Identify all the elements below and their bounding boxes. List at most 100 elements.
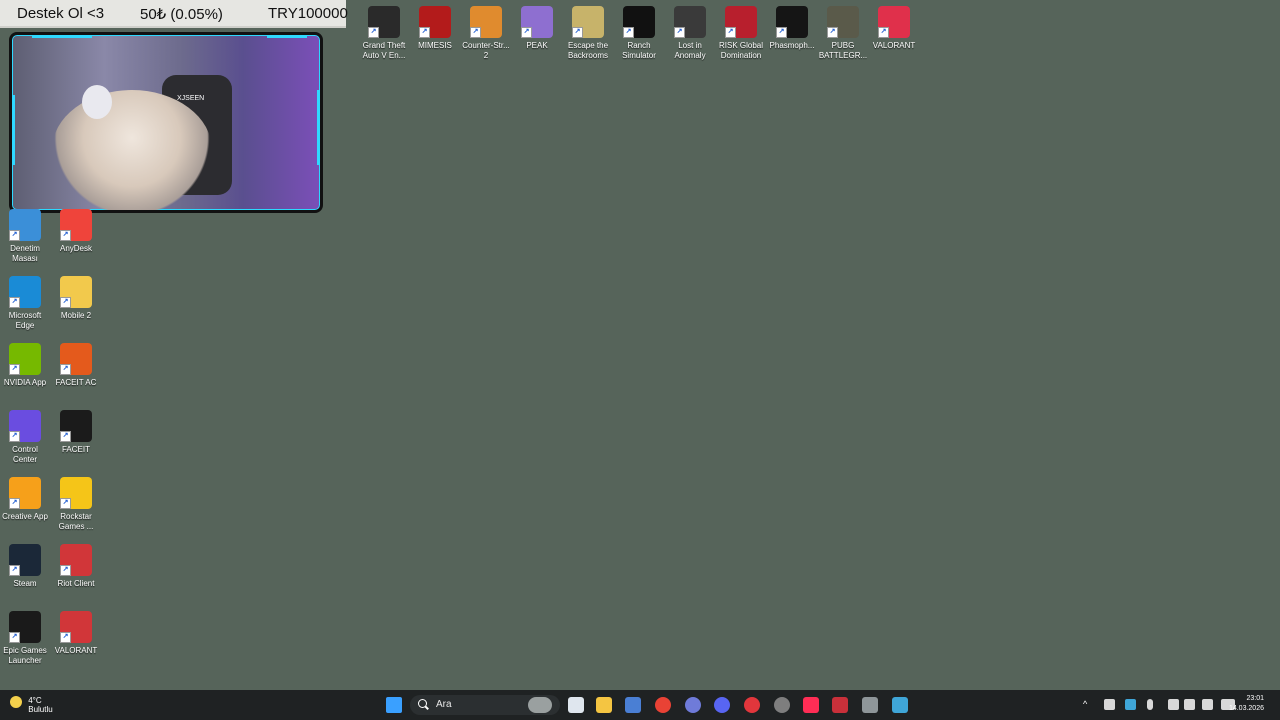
edge-icon: ↗ [9, 276, 41, 308]
shortcut-arrow-icon: ↗ [60, 364, 71, 375]
microphone-icon[interactable] [1147, 699, 1153, 710]
obs-record-icon[interactable] [744, 697, 760, 713]
chevron-up-icon[interactable]: ^ [1083, 699, 1094, 710]
desktop-shortcut[interactable]: ↗ VALORANT [51, 611, 101, 656]
desktop-shortcut[interactable]: ↗ AnyDesk [51, 209, 101, 254]
faceit-ac-icon: ↗ [60, 343, 92, 375]
desktop-shortcut[interactable]: ↗ Grand Theft Auto V En... [359, 6, 409, 61]
desktop-shortcut[interactable]: ↗ MIMESIS [410, 6, 460, 51]
search-icon [418, 699, 427, 708]
discord-icon[interactable] [714, 697, 730, 713]
shortcut-arrow-icon: ↗ [674, 27, 685, 38]
tiktok-icon[interactable] [803, 697, 819, 713]
weather-temp: 4°C [28, 696, 42, 705]
shortcut-label: FACEIT [61, 445, 90, 454]
shortcut-arrow-icon: ↗ [60, 565, 71, 576]
shortcut-arrow-icon: ↗ [60, 431, 71, 442]
desktop-shortcut[interactable]: ↗ Epic Games Launcher [0, 611, 50, 666]
risk-icon: ↗ [725, 6, 757, 38]
desktop-shortcut[interactable]: ↗ Control Center [0, 410, 50, 465]
desktop-shortcut[interactable]: ↗ PEAK [512, 6, 562, 51]
desktop-shortcut[interactable]: ↗ Phasmoph... [767, 6, 817, 51]
store-icon[interactable] [625, 697, 641, 713]
desktop-shortcut[interactable]: ↗ Creative App [0, 477, 50, 522]
file-explorer-icon[interactable] [596, 697, 612, 713]
shortcut-label: Grand Theft Auto V En... [362, 41, 406, 60]
task-view-icon[interactable] [568, 697, 584, 713]
desktop-shortcut[interactable]: ↗ NVIDIA App [0, 343, 50, 388]
shortcut-arrow-icon: ↗ [572, 27, 583, 38]
rockstar-icon: ↗ [60, 477, 92, 509]
start-button[interactable] [386, 697, 402, 713]
desktop-shortcut[interactable]: ↗ FACEIT [51, 410, 101, 455]
shortcut-arrow-icon: ↗ [521, 27, 532, 38]
shortcut-label: Steam [13, 579, 37, 588]
shortcut-arrow-icon: ↗ [9, 230, 20, 241]
teams-icon[interactable] [685, 697, 701, 713]
desktop-shortcut[interactable]: ↗ PUBG BATTLEGR... [818, 6, 868, 61]
shortcut-arrow-icon: ↗ [827, 27, 838, 38]
streamer [52, 90, 212, 210]
shortcut-label: Creative App [2, 512, 48, 521]
shortcut-arrow-icon: ↗ [9, 632, 20, 643]
desktop-shortcut[interactable]: ↗ Lost in Anomaly [665, 6, 715, 61]
control-panel-taskbar-icon[interactable] [892, 697, 908, 713]
widgets-button[interactable] [528, 697, 552, 713]
keyboard-icon[interactable] [1202, 699, 1213, 710]
clock-time: 23:01 [1246, 695, 1264, 702]
desktop-shortcut[interactable]: ↗ VALORANT [869, 6, 919, 51]
desktop-shortcut[interactable]: ↗ RISK Global Domination [716, 6, 766, 61]
control-center-icon: ↗ [9, 410, 41, 442]
desktop-shortcut[interactable]: ↗ Microsoft Edge [0, 276, 50, 331]
shortcut-label: Epic Games Launcher [3, 646, 47, 665]
headset [82, 85, 112, 119]
ranch-simulator-icon: ↗ [623, 6, 655, 38]
desktop-shortcut[interactable]: ↗ Denetim Masası [0, 209, 50, 264]
weather-widget[interactable]: 4°C Bulutlu [10, 696, 53, 714]
shortcut-label: Denetim Masası [10, 244, 40, 263]
tray-app-icon[interactable] [1125, 699, 1136, 710]
network-muted-icon[interactable] [1104, 699, 1115, 710]
shortcut-arrow-icon: ↗ [60, 297, 71, 308]
folder-icon: ↗ [60, 276, 92, 308]
valorant-icon: ↗ [878, 6, 910, 38]
faceit-icon: ↗ [60, 410, 92, 442]
steam-icon: ↗ [9, 544, 41, 576]
donation-amount: 50₺ (0.05%) [140, 6, 223, 23]
desktop-shortcut[interactable]: ↗ Mobile 2 [51, 276, 101, 321]
voicemod-icon[interactable] [832, 697, 848, 713]
shortcut-label: Phasmoph... [769, 41, 815, 50]
shortcut-label: FACEIT AC [55, 378, 97, 387]
shortcut-label: Control Center [12, 445, 38, 464]
volume-icon[interactable] [1184, 699, 1195, 710]
desktop-shortcut[interactable]: ↗ Rockstar Games ... [51, 477, 101, 532]
clock[interactable]: 23:01 14.03.2026 [1229, 694, 1264, 714]
gta-v-icon: ↗ [368, 6, 400, 38]
settings-icon[interactable] [862, 697, 878, 713]
display-icon[interactable] [1168, 699, 1179, 710]
chrome-icon[interactable] [655, 697, 671, 713]
peak-icon: ↗ [521, 6, 553, 38]
desktop-shortcut[interactable]: ↗ Riot Client [51, 544, 101, 589]
shortcut-label: Counter-Str... 2 [462, 41, 510, 60]
counter-strike-icon: ↗ [470, 6, 502, 38]
pubg-icon: ↗ [827, 6, 859, 38]
shortcut-label: VALORANT [54, 646, 98, 655]
epic-games-icon: ↗ [9, 611, 41, 643]
desktop-shortcut[interactable]: ↗ Escape the Backrooms [563, 6, 613, 61]
control-panel-icon: ↗ [9, 209, 41, 241]
lost-in-anomaly-icon: ↗ [674, 6, 706, 38]
shortcut-label: Microsoft Edge [8, 311, 42, 330]
shortcut-arrow-icon: ↗ [9, 364, 20, 375]
shortcut-label: RISK Global Domination [718, 41, 764, 60]
desktop-shortcut[interactable]: ↗ Steam [0, 544, 50, 589]
shortcut-label: Lost in Anomaly [674, 41, 706, 60]
desktop-shortcut[interactable]: ↗ Ranch Simulator [614, 6, 664, 61]
nvidia-icon: ↗ [9, 343, 41, 375]
desktop-shortcut[interactable]: ↗ FACEIT AC [51, 343, 101, 388]
desktop-shortcut[interactable]: ↗ Counter-Str... 2 [461, 6, 511, 61]
obs-icon[interactable] [774, 697, 790, 713]
shortcut-arrow-icon: ↗ [470, 27, 481, 38]
shortcut-label: AnyDesk [59, 244, 92, 253]
creative-app-icon: ↗ [9, 477, 41, 509]
